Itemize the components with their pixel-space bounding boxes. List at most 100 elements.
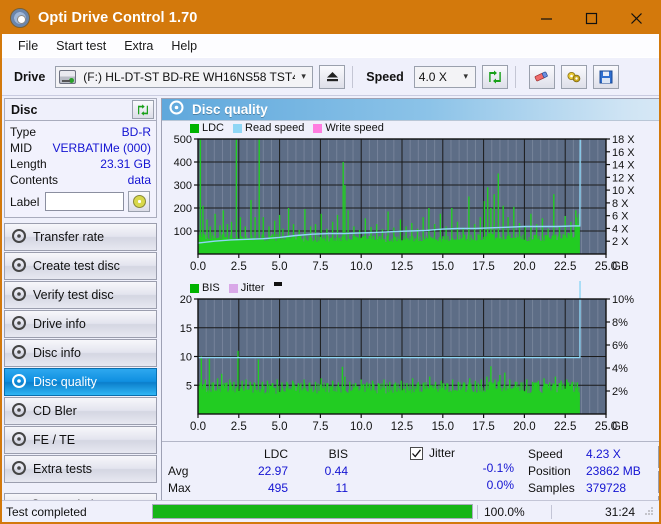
- svg-text:0.0: 0.0: [190, 421, 206, 433]
- svg-text:8 X: 8 X: [612, 198, 629, 210]
- svg-text:20.0: 20.0: [513, 421, 535, 433]
- menu-help[interactable]: Help: [163, 37, 205, 55]
- legend-swatch: [190, 283, 199, 293]
- svg-text:4 X: 4 X: [612, 223, 629, 235]
- app-title: Opti Drive Control 1.70: [38, 10, 198, 26]
- svg-text:5.0: 5.0: [272, 421, 288, 433]
- disc-row-contents-value: data: [127, 173, 151, 187]
- close-icon[interactable]: [614, 2, 659, 34]
- save-button[interactable]: [592, 64, 619, 89]
- svg-text:20.0: 20.0: [513, 261, 535, 273]
- jitter-checkbox[interactable]: [410, 446, 423, 460]
- menu-start-test[interactable]: Start test: [48, 37, 114, 55]
- disc-header-label: Disc: [11, 102, 38, 117]
- drive-label: Drive: [14, 69, 46, 84]
- disc-icon: [12, 315, 26, 333]
- status-message: Test completed: [6, 504, 87, 519]
- stats-row-label-max: Max: [168, 481, 191, 495]
- jitter-avg-value: -0.1%: [482, 461, 514, 475]
- sidebar-item-transfer-rate[interactable]: Transfer rate: [4, 223, 157, 251]
- disc-row-length: Length 23.31 GB: [10, 156, 151, 172]
- app-icon: [10, 8, 30, 28]
- sidebar-item-disc-quality[interactable]: Disc quality: [4, 368, 157, 396]
- position-row: Position 23862 MB: [528, 463, 658, 480]
- drive-select-value: (F:) HL-DT-ST BD-RE WH16NS58 TST4: [83, 69, 295, 84]
- samples-row: Samples 379728: [528, 480, 658, 497]
- disc-row-type-key: Type: [10, 125, 37, 139]
- menu-file[interactable]: File: [10, 37, 46, 55]
- stats-max-ldc: 495: [267, 481, 288, 495]
- resize-grip[interactable]: [643, 505, 657, 519]
- svg-text:15.0: 15.0: [432, 261, 454, 273]
- erase-button[interactable]: [528, 64, 555, 89]
- svg-text:10 X: 10 X: [612, 185, 635, 197]
- position-row-value: 23862 MB: [586, 464, 641, 478]
- svg-text:2%: 2%: [612, 386, 628, 398]
- speed-row-value: 4.23 X: [586, 447, 621, 461]
- speed-row-label: Speed: [528, 447, 563, 461]
- disc-row-length-value: 23.31 GB: [100, 157, 151, 171]
- sidebar-item-label: Extra tests: [33, 462, 93, 476]
- legend-swatch: [190, 123, 199, 133]
- svg-text:GB: GB: [612, 421, 629, 433]
- window-controls: [524, 2, 659, 34]
- svg-text:14 X: 14 X: [612, 160, 635, 172]
- minimize-icon[interactable]: [524, 2, 569, 34]
- disc-label-row: Label: [10, 191, 151, 212]
- disc-icon: [12, 431, 26, 449]
- stats-avg-bis: 0.44: [324, 464, 348, 478]
- disc-icon: [12, 286, 26, 304]
- svg-text:15: 15: [180, 323, 192, 335]
- stats-corner: [168, 446, 216, 463]
- svg-text:6%: 6%: [612, 340, 628, 352]
- disc-icon: [12, 373, 26, 391]
- speed-row: Speed 4.23 X: [528, 446, 658, 463]
- stats-row-label-avg: Avg: [168, 464, 189, 478]
- sidebar-item-drive-info[interactable]: Drive info: [4, 310, 157, 338]
- progress-percent: 100.0%: [477, 504, 551, 519]
- svg-text:GB: GB: [612, 261, 629, 273]
- svg-text:8%: 8%: [612, 317, 628, 329]
- sidebar-item-fe-te[interactable]: FE / TE: [4, 426, 157, 454]
- menu-extra[interactable]: Extra: [116, 37, 161, 55]
- svg-text:12 X: 12 X: [612, 172, 635, 184]
- legend-item-read-speed: Read speed: [233, 122, 304, 134]
- settings-button[interactable]: [560, 64, 587, 89]
- disc-refresh-button[interactable]: [132, 100, 154, 119]
- svg-text:22.5: 22.5: [554, 421, 576, 433]
- disc-label-input[interactable]: [45, 192, 125, 211]
- disc-row-mid-key: MID: [10, 141, 32, 155]
- sidebar-item-cd-bler[interactable]: CD Bler: [4, 397, 157, 425]
- sidebar-item-verify-test-disc[interactable]: Verify test disc: [4, 281, 157, 309]
- drive-select[interactable]: (F:) HL-DT-ST BD-RE WH16NS58 TST4 ▾: [55, 65, 314, 88]
- legend-label: Jitter: [240, 282, 265, 294]
- maximize-icon[interactable]: [569, 2, 614, 34]
- svg-text:7.5: 7.5: [312, 421, 328, 433]
- speed-select-value: 4.0 X: [418, 69, 447, 84]
- stats-avg-ldc: 22.97: [257, 464, 288, 478]
- sidebar-item-extra-tests[interactable]: Extra tests: [4, 455, 157, 483]
- speed-select[interactable]: 4.0 X ▾: [413, 65, 476, 88]
- disc-info-rows: Type BD-R MID VERBATIMe (000) Length 23.…: [5, 121, 156, 217]
- left-sidebar: Disc Type BD-R MID VERBATIMe (000) Lengt…: [2, 96, 160, 517]
- svg-text:10.0: 10.0: [350, 421, 372, 433]
- legend-item-bis: BIS: [190, 282, 220, 294]
- refresh-button[interactable]: [481, 64, 508, 89]
- progress-bar-fill: [153, 505, 472, 518]
- legend-item-jitter: Jitter: [228, 282, 265, 294]
- svg-text:2.5: 2.5: [231, 261, 247, 273]
- jitter-max-value: 0.0%: [486, 478, 514, 492]
- disc-label-apply-button[interactable]: [128, 191, 151, 212]
- sidebar-item-create-test-disc[interactable]: Create test disc: [4, 252, 157, 280]
- toolbar-divider-2: [514, 65, 516, 88]
- bis-chart-legend: BIS Jitter: [190, 282, 282, 294]
- samples-row-label: Samples: [528, 481, 575, 495]
- disc-icon: [12, 257, 26, 275]
- sidebar-item-disc-info[interactable]: Disc info: [4, 339, 157, 367]
- stats-max-bis: 11: [335, 481, 348, 495]
- svg-text:6 X: 6 X: [612, 211, 629, 223]
- disc-icon: [12, 228, 26, 246]
- main-body: Disc Type BD-R MID VERBATIMe (000) Lengt…: [2, 96, 659, 520]
- svg-text:300: 300: [174, 180, 192, 192]
- eject-button[interactable]: [319, 64, 346, 89]
